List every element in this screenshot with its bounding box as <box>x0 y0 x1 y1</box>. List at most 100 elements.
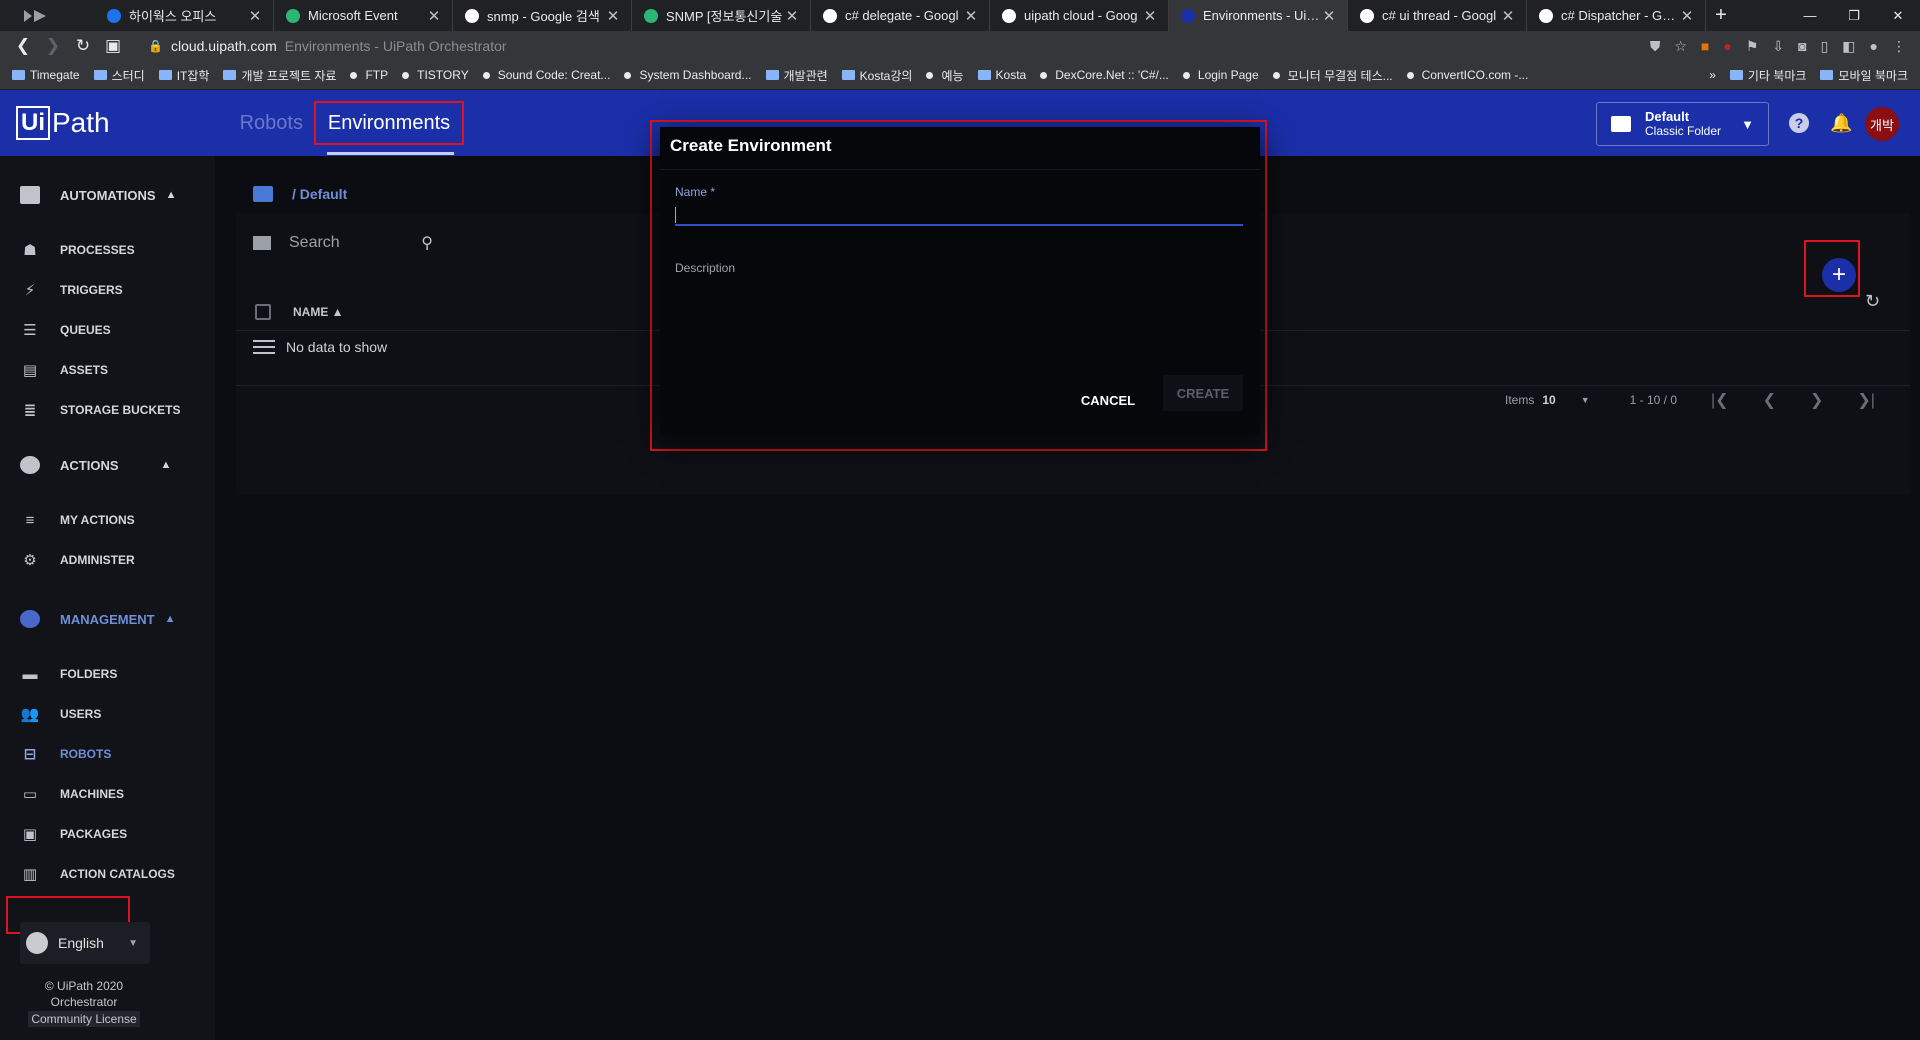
search-input[interactable]: Search <box>289 234 421 252</box>
menu-icon[interactable]: ⋮ <box>1892 38 1906 55</box>
search-icon[interactable]: ⚲ <box>421 233 433 253</box>
browser-tab[interactable]: SNMP [정보통신기술 ✕ <box>632 0 811 31</box>
address-bar[interactable]: 🔒 cloud.uipath.com Environments - UiPath… <box>148 38 1650 54</box>
bookmark-item[interactable]: Sound Code: Creat... <box>482 68 610 82</box>
language-selector[interactable]: English ▼ <box>20 922 150 964</box>
browser-tab[interactable]: c# ui thread - Googl ✕ <box>1348 0 1527 31</box>
close-tab-icon[interactable]: ✕ <box>426 7 442 25</box>
extension-icon[interactable]: ■ <box>1701 38 1709 55</box>
browser-tab[interactable]: c# Dispatcher - Goog ✕ <box>1527 0 1706 31</box>
bookmark-item[interactable]: 모니터 무결점 테스... <box>1272 67 1393 84</box>
sidebar-group-management[interactable]: MANAGEMENT ▲ <box>20 610 176 628</box>
shield-icon[interactable]: ⛊ <box>1650 38 1661 55</box>
forward-icon[interactable]: ❯ <box>38 36 68 56</box>
bookmark-item[interactable]: Kosta강의 <box>841 67 912 84</box>
sidebar-item-queues[interactable]: ☰ QUEUES <box>20 322 110 339</box>
bookmark-item[interactable]: IT잡학 <box>158 67 209 84</box>
uipath-logo[interactable]: Ui Path <box>16 106 110 140</box>
sidebar-item-assets[interactable]: ▤ ASSETS <box>20 362 108 379</box>
bookmark-item[interactable]: System Dashboard... <box>624 68 752 82</box>
search-bar[interactable]: Search ⚲ <box>253 233 433 253</box>
camera-icon[interactable]: ◙ <box>1798 38 1806 55</box>
column-name-header[interactable]: NAME ▲ <box>293 305 344 319</box>
browser-tab[interactable]: Microsoft Event ✕ <box>274 0 453 31</box>
sidebar-item-storage-buckets[interactable]: ≣ STORAGE BUCKETS <box>20 402 181 419</box>
description-field[interactable] <box>675 277 1243 337</box>
flag-icon[interactable]: ⚑ <box>1746 38 1759 55</box>
bookmark-item[interactable]: 개발관련 <box>765 67 828 84</box>
profile-icon[interactable]: ● <box>1870 38 1878 55</box>
back-icon[interactable]: ❮ <box>8 36 38 56</box>
bookmark-item[interactable]: ConvertICO.com -... <box>1406 68 1528 82</box>
close-tab-icon[interactable]: ✕ <box>247 7 263 25</box>
tab-robots[interactable]: Robots <box>240 112 303 135</box>
extension-n-icon[interactable]: ▣ <box>98 36 128 56</box>
bookmark-item[interactable]: 예능 <box>926 67 964 84</box>
bookmark-item[interactable]: 스터디 <box>93 67 145 84</box>
last-page-icon[interactable]: ❯| <box>1857 390 1875 410</box>
close-tab-icon[interactable]: ✕ <box>1321 7 1337 25</box>
bookmark-item[interactable]: Kosta <box>977 68 1026 82</box>
create-button[interactable]: CREATE <box>1163 375 1243 411</box>
select-all-checkbox[interactable] <box>255 303 271 320</box>
bookmark-mobile[interactable]: 모바일 북마크 <box>1820 67 1908 84</box>
reload-icon[interactable]: ↻ <box>68 36 98 56</box>
close-tab-icon[interactable]: ✕ <box>1500 7 1516 25</box>
name-field[interactable] <box>675 202 1243 226</box>
columns-icon[interactable] <box>253 236 271 250</box>
ublock-icon[interactable]: ● <box>1723 38 1731 55</box>
new-tab-button[interactable]: + <box>1706 0 1736 31</box>
download-icon[interactable]: ⇩ <box>1772 38 1784 55</box>
cancel-button[interactable]: CANCEL <box>1073 385 1143 415</box>
minimize-button[interactable]: — <box>1788 0 1832 31</box>
refresh-icon[interactable]: ↻ <box>1865 291 1880 312</box>
sidebar-item-my-actions[interactable]: ≡ MY ACTIONS <box>20 512 135 529</box>
bookmark-item[interactable]: DexCore.Net :: 'C#/... <box>1040 68 1169 82</box>
bell-icon[interactable]: 🔔 <box>1830 113 1852 134</box>
sidebar-icon[interactable]: ◧ <box>1842 38 1855 55</box>
browser-tab[interactable]: snmp - Google 검색 ✕ <box>453 0 632 31</box>
bookmark-item[interactable]: FTP <box>350 68 388 82</box>
star-icon[interactable]: ☆ <box>1674 38 1687 55</box>
bookmark-item[interactable]: 개발 프로젝트 자료 <box>223 67 336 84</box>
folder-switcher[interactable]: Default Classic Folder ▼ <box>1596 102 1769 146</box>
sidebar-item-triggers[interactable]: ⚡ TRIGGERS <box>20 282 123 299</box>
help-icon[interactable]: ? <box>1789 113 1809 133</box>
sidebar-item-machines[interactable]: ▭ MACHINES <box>20 786 124 803</box>
sidebar-group-actions[interactable]: ACTIONS ▲ <box>20 456 171 474</box>
breadcrumb[interactable]: / Default <box>253 186 347 202</box>
bookmark-item[interactable]: TISTORY <box>402 68 469 82</box>
close-window-button[interactable]: ✕ <box>1876 0 1920 31</box>
bookmark-item[interactable]: Login Page <box>1182 68 1259 82</box>
sidebar-group-automations[interactable]: AUTOMATIONS ▲ <box>20 186 176 204</box>
reader-icon[interactable]: ▯ <box>1821 38 1829 55</box>
browser-tab[interactable]: uipath cloud - Goog ✕ <box>990 0 1169 31</box>
bookmark-other[interactable]: 기타 북마크 <box>1729 67 1806 84</box>
chevron-down-icon[interactable]: ▼ <box>1581 395 1590 405</box>
close-tab-icon[interactable]: ✕ <box>605 7 621 25</box>
first-page-icon[interactable]: |❮ <box>1711 390 1729 410</box>
add-environment-button[interactable]: + <box>1822 258 1856 292</box>
sidebar-item-action-catalogs[interactable]: ▥ ACTION CATALOGS <box>20 866 175 883</box>
items-per-page[interactable]: 10 <box>1542 393 1555 407</box>
close-tab-icon[interactable]: ✕ <box>1679 7 1695 25</box>
avatar[interactable]: 개박 <box>1865 107 1899 141</box>
sidebar-item-packages[interactable]: ▣ PACKAGES <box>20 826 127 843</box>
sidebar-item-administer[interactable]: ⚙ ADMINISTER <box>20 552 134 569</box>
sidebar-item-folders[interactable]: ▬ FOLDERS <box>20 666 118 683</box>
prev-page-icon[interactable]: ❮ <box>1763 390 1776 410</box>
close-tab-icon[interactable]: ✕ <box>963 7 979 25</box>
restore-button[interactable]: ❐ <box>1832 0 1876 31</box>
sidebar-item-processes[interactable]: ☗ PROCESSES <box>20 242 134 259</box>
next-page-icon[interactable]: ❯ <box>1810 390 1823 410</box>
sidebar-item-robots[interactable]: ⊟ ROBOTS <box>20 746 112 763</box>
bookmarks-overflow[interactable]: » <box>1709 68 1716 82</box>
bookmark-item[interactable]: Timegate <box>12 68 80 82</box>
close-tab-icon[interactable]: ✕ <box>1142 7 1158 25</box>
tab-environments[interactable]: Environments <box>314 101 464 145</box>
close-tab-icon[interactable]: ✕ <box>784 7 800 25</box>
sidebar-item-users[interactable]: 👥 USERS <box>20 706 102 723</box>
browser-tab[interactable]: 하이웍스 오피스 ✕ <box>95 0 274 31</box>
browser-tab[interactable]: c# delegate - Googl ✕ <box>811 0 990 31</box>
browser-tab[interactable]: Environments - UiPat ✕ <box>1169 0 1348 31</box>
